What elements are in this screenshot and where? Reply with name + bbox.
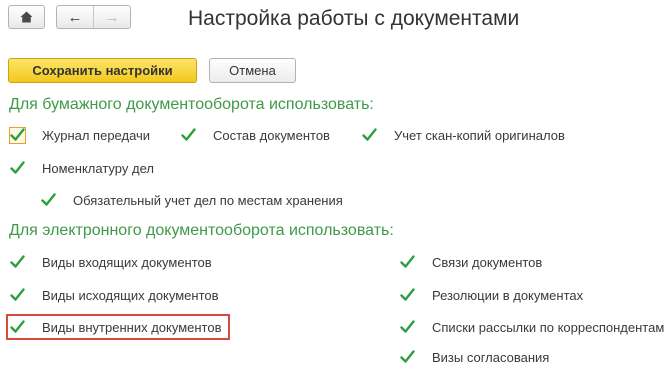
checkbox-box[interactable] [361,127,378,144]
checkbox-box[interactable] [399,319,416,336]
history-navigation: ← → [56,5,131,29]
paper-section-heading: Для бумажного документооборота использов… [9,96,374,113]
checkbox-scan-copies[interactable]: Учет скан-копий оригиналов [361,124,565,146]
checkbox-outgoing-document-types[interactable]: Виды исходящих документов [9,284,219,306]
checkmark-icon [400,350,415,363]
cancel-button[interactable]: Отмена [209,58,296,83]
checkbox-box[interactable] [9,160,26,177]
checkbox-approval-visas[interactable]: Визы согласования [399,346,549,368]
checkbox-label: Визы согласования [432,349,550,365]
checkbox-label: Виды входящих документов [42,254,212,270]
checkmark-icon [10,128,25,141]
save-settings-button[interactable]: Сохранить настройки [8,58,197,83]
checkbox-label: Учет скан-копий оригиналов [394,127,565,143]
checkbox-box[interactable] [399,287,416,304]
checkbox-document-links[interactable]: Связи документов [399,251,542,273]
checkbox-box[interactable] [180,127,197,144]
checkmark-icon [400,288,415,301]
checkbox-box[interactable] [399,254,416,271]
arrow-left-icon: ← [67,8,83,26]
checkmark-icon [10,288,25,301]
home-icon [20,11,33,23]
checkbox-label: Обязательный учет дел по местам хранения [73,192,343,208]
checkbox-incoming-document-types[interactable]: Виды входящих документов [9,251,212,273]
checkmark-icon [181,128,196,141]
checkbox-box[interactable] [9,319,26,336]
checkbox-label: Виды внутренних документов [42,319,222,335]
checkbox-label: Состав документов [213,127,330,143]
home-button[interactable] [8,5,45,29]
settings-window: ← → Настройка работы с документами Сохра… [0,0,670,374]
checkbox-label: Номенклатуру дел [42,160,154,176]
checkbox-case-nomenclature[interactable]: Номенклатуру дел [9,157,154,179]
arrow-right-icon: → [104,8,120,26]
checkbox-label: Связи документов [432,254,543,270]
checkmark-icon [400,255,415,268]
electronic-section-heading: Для электронного документооборота исполь… [9,222,394,239]
checkbox-label: Виды исходящих документов [42,287,219,303]
checkbox-box[interactable] [40,192,57,209]
back-button[interactable]: ← [57,6,93,28]
page-title: Настройка работы с документами [188,7,520,30]
checkmark-icon [41,193,56,206]
checkbox-correspondent-mailing-lists[interactable]: Списки рассылки по корреспондентам [399,316,664,338]
checkbox-transfer-journal[interactable]: Журнал передачи [9,124,150,146]
checkbox-internal-document-types[interactable]: Виды внутренних документов [9,316,222,338]
checkbox-box[interactable] [9,126,26,144]
checkbox-label: Списки рассылки по корреспондентам [432,319,665,335]
checkbox-box[interactable] [9,287,26,304]
checkbox-box[interactable] [399,349,416,366]
checkmark-icon [362,128,377,141]
checkmark-icon [400,320,415,333]
checkbox-label: Журнал передачи [42,127,151,143]
checkbox-storage-location-tracking[interactable]: Обязательный учет дел по местам хранения [40,189,343,211]
checkbox-document-composition[interactable]: Состав документов [180,124,330,146]
checkmark-icon [10,161,25,174]
checkmark-icon [10,320,25,333]
checkbox-label: Резолюции в документах [432,287,584,303]
checkmark-icon [10,255,25,268]
checkbox-box[interactable] [9,254,26,271]
forward-button[interactable]: → [93,6,130,28]
checkbox-document-resolutions[interactable]: Резолюции в документах [399,284,583,306]
